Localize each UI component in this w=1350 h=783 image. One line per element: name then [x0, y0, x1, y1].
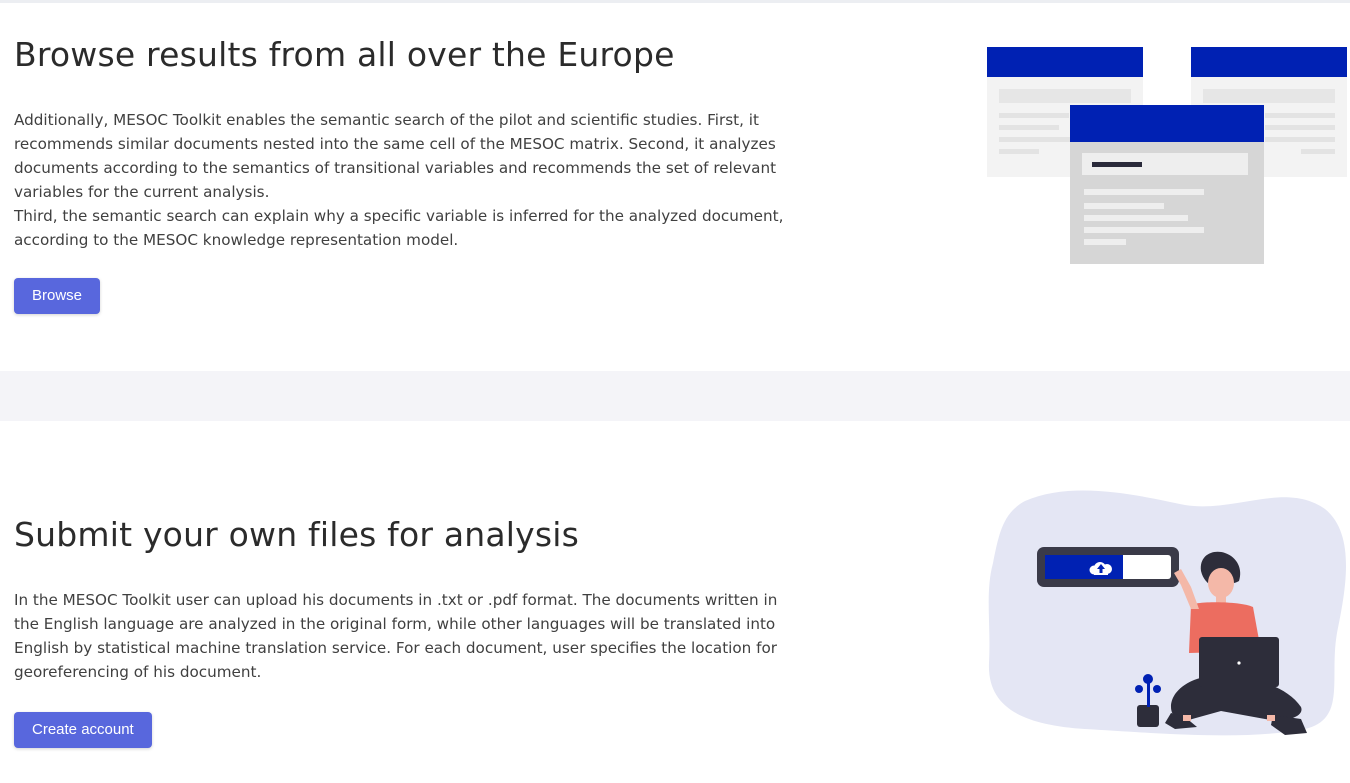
browse-button[interactable]: Browse	[14, 278, 101, 314]
section-separator-band	[0, 371, 1350, 421]
documents-browse-illustration	[987, 47, 1347, 264]
submit-description-line: English by statistical machine translati…	[14, 639, 777, 657]
submit-description-line: georeferencing of his document.	[14, 663, 262, 681]
browse-heading: Browse results from all over the Europe	[14, 35, 675, 74]
submit-description-line: In the MESOC Toolkit user can upload his…	[14, 591, 778, 609]
submit-section: Submit your own files for analysis In th…	[0, 421, 1350, 783]
browse-description-line: according to the MESOC knowledge represe…	[14, 231, 459, 249]
browse-description-line: recommends similar documents nested into…	[14, 135, 776, 153]
submit-heading: Submit your own files for analysis	[14, 515, 580, 554]
browse-description: Additionally, MESOC Toolkit enables the …	[14, 108, 919, 252]
browse-description-line: Third, the semantic search can explain w…	[14, 207, 784, 225]
browse-description-line: documents according to the semantics of …	[14, 159, 777, 177]
browse-description-line: Additionally, MESOC Toolkit enables the …	[14, 111, 759, 129]
browse-description-line: variables for the current analysis.	[14, 183, 270, 201]
browse-section: Browse results from all over the Europe …	[0, 3, 1350, 371]
submit-description-line: the English language are analyzed in the…	[14, 615, 776, 633]
document-window-front	[1070, 105, 1264, 264]
person-uploading-file-illustration	[988, 490, 1346, 736]
submit-description: In the MESOC Toolkit user can upload his…	[14, 588, 919, 684]
create-account-button[interactable]: Create account	[14, 712, 152, 748]
